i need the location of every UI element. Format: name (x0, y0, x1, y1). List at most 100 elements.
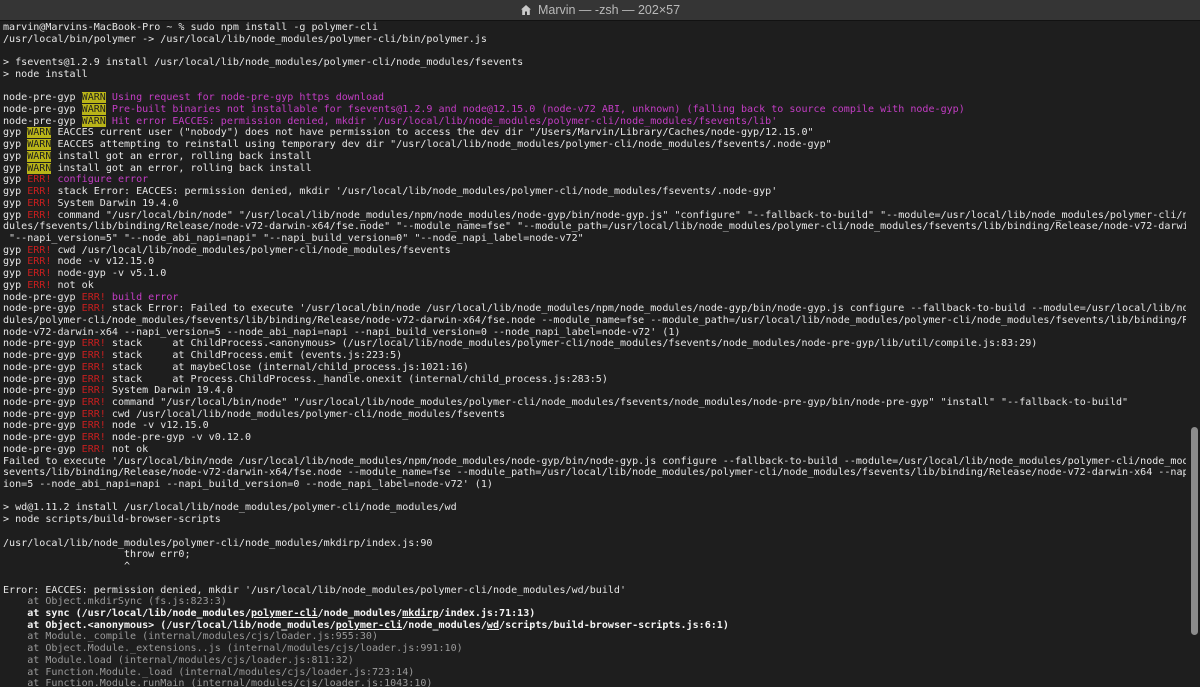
terminal-line: gyp ERR! configure error (3, 174, 1186, 186)
terminal-line: gyp ERR! stack Error: EACCES: permission… (3, 186, 1186, 198)
terminal-text: gyp (3, 139, 28, 151)
warn-badge: WARN (81, 115, 106, 127)
warn-badge: WARN (27, 150, 52, 162)
terminal-line: node-pre-gyp ERR! stack at Process.Child… (3, 374, 1186, 386)
terminal-line: node-pre-gyp ERR! build error (3, 292, 1186, 304)
terminal-line: gyp ERR! not ok (3, 280, 1186, 292)
terminal-line: node-pre-gyp ERR! not ok (3, 444, 1186, 456)
terminal-line: /usr/local/lib/node_modules/polymer-cli/… (3, 538, 1186, 550)
terminal-line: gyp ERR! command "/usr/local/bin/node" "… (3, 210, 1186, 222)
terminal-text: stack Error: EACCES: permission denied, … (51, 186, 778, 198)
terminal-text: EACCES attempting to reinstall using tem… (51, 139, 832, 151)
terminal-text: dules/polymer-cli/node_modules/fsevents/… (3, 314, 1186, 326)
terminal-line: "--napi_version=5" "--node_abi_napi=napi… (3, 233, 1186, 245)
terminal-line: at Function.Module._load (internal/modul… (3, 667, 1186, 679)
terminal-text: gyp (3, 186, 28, 198)
terminal-text: configure error (51, 174, 149, 186)
terminal-text: build error (105, 291, 179, 303)
terminal-text: node-pre-gyp (3, 303, 82, 315)
err-badge: ERR! (81, 350, 106, 362)
terminal-text: stack Error: Failed to execute '/usr/loc… (105, 303, 1186, 315)
terminal-text: polymer-cli (335, 619, 403, 631)
terminal-text: marvin@Marvins-MacBook-Pro ~ % sudo npm … (3, 22, 379, 33)
terminal-text: ^ (3, 561, 131, 573)
terminal-text: node-pre-gyp (3, 104, 82, 116)
terminal-line: gyp ERR! node-gyp -v v5.1.0 (3, 268, 1186, 280)
err-badge: ERR! (81, 420, 106, 432)
terminal-text: node-pre-gyp -v v0.12.0 (105, 432, 252, 444)
err-badge: ERR! (81, 361, 106, 373)
err-badge: ERR! (27, 244, 52, 256)
title-bar[interactable]: Marvin — -zsh — 202×57 (0, 0, 1200, 21)
terminal-line: node-pre-gyp ERR! node -v v12.15.0 (3, 420, 1186, 432)
terminal-line: gyp WARN install got an error, rolling b… (3, 150, 1186, 163)
terminal-text: install got an error, rolling back insta… (51, 150, 312, 162)
terminal-line: at Module._compile (internal/modules/cjs… (3, 631, 1186, 643)
terminal-line: gyp WARN install got an error, rolling b… (3, 162, 1186, 175)
terminal-line: gyp WARN EACCES attempting to reinstall … (3, 139, 1186, 151)
terminal-text: gyp (3, 197, 28, 209)
terminal-text: node-pre-gyp (3, 291, 82, 303)
terminal-text: "--napi_version=5" "--node_abi_napi=napi… (3, 232, 584, 244)
err-badge: ERR! (27, 279, 52, 291)
terminal-text: Pre-built binaries not installable for f… (105, 104, 965, 116)
terminal-text: node-pre-gyp (3, 420, 82, 432)
terminal-text: gyp (3, 174, 28, 186)
terminal-text: node-gyp -v v5.1.0 (51, 268, 167, 280)
terminal-text: EACCES current user ("nobody") does not … (51, 127, 814, 139)
terminal-text: node-pre-gyp (3, 92, 82, 104)
terminal-text: at Object.Module._extensions..js (intern… (3, 643, 463, 655)
terminal-text: stack at ChildProcess.<anonymous> (/usr/… (105, 338, 1038, 350)
terminal-text: node-pre-gyp (3, 385, 82, 397)
terminal-text: /node_modules/ (402, 619, 487, 631)
terminal-text: /index.js:71:13) (438, 607, 536, 619)
terminal-line: gyp ERR! node -v v12.15.0 (3, 256, 1186, 268)
terminal-text: gyp (3, 127, 28, 139)
terminal-line: node-pre-gyp WARN Pre-built binaries not… (3, 104, 1186, 116)
terminal-line: Error: EACCES: permission denied, mkdir … (3, 585, 1186, 597)
terminal-text: gyp (3, 209, 28, 221)
scrollbar[interactable] (1188, 22, 1200, 687)
terminal-line: > node scripts/build-browser-scripts (3, 514, 1186, 526)
terminal-text: node-pre-gyp (3, 443, 82, 455)
terminal-line: gyp ERR! cwd /usr/local/lib/node_modules… (3, 245, 1186, 257)
err-badge: ERR! (27, 256, 52, 268)
terminal-line: Failed to execute '/usr/local/bin/node /… (3, 456, 1186, 468)
terminal-line: at Object.Module._extensions..js (intern… (3, 643, 1186, 655)
terminal-line: at sync (/usr/local/lib/node_modules/pol… (3, 608, 1186, 620)
terminal-text: ion=5 --node_abi_napi=napi --napi_build_… (3, 479, 493, 491)
terminal-line: ^ (3, 561, 1186, 573)
warn-badge: WARN (27, 162, 52, 174)
err-badge: ERR! (81, 443, 106, 455)
err-badge: ERR! (81, 373, 106, 385)
terminal-line: node-pre-gyp ERR! stack Error: Failed to… (3, 303, 1186, 315)
terminal-text: wd (486, 619, 500, 631)
terminal-line: > node install (3, 69, 1186, 81)
terminal-output[interactable]: marvin@Marvins-MacBook-Pro ~ % sudo npm … (3, 22, 1186, 687)
err-badge: ERR! (81, 397, 106, 408)
terminal-text: polymer-cli (251, 607, 318, 619)
err-badge: ERR! (81, 338, 106, 350)
terminal-text: node-pre-gyp (3, 373, 82, 385)
terminal-text: install got an error, rolling back insta… (51, 162, 312, 174)
terminal-window: Marvin — -zsh — 202×57 marvin@Marvins-Ma… (0, 0, 1200, 687)
scrollbar-thumb[interactable] (1191, 427, 1198, 635)
terminal-text: Error: EACCES: permission denied, mkdir … (3, 584, 627, 596)
err-badge: ERR! (81, 291, 106, 303)
err-badge: ERR! (27, 174, 52, 186)
terminal-line: node-pre-gyp ERR! command "/usr/local/bi… (3, 397, 1186, 409)
terminal-line: > fsevents@1.2.9 install /usr/local/lib/… (3, 57, 1186, 69)
terminal-line: dules/fsevents/lib/binding/Release/node-… (3, 221, 1186, 233)
terminal-text: > node scripts/build-browser-scripts (3, 514, 221, 526)
terminal-text: System Darwin 19.4.0 (51, 197, 179, 209)
terminal-text: gyp (3, 244, 28, 256)
terminal-text: /node_modules/ (317, 607, 403, 619)
terminal-line: gyp WARN EACCES current user ("nobody") … (3, 127, 1186, 139)
terminal-text: > wd@1.11.2 install /usr/local/lib/node_… (3, 502, 457, 514)
terminal-text: command "/usr/local/bin/node" "/usr/loca… (105, 397, 1129, 408)
home-folder-icon (520, 5, 531, 15)
terminal-text: cwd /usr/local/lib/node_modules/polymer-… (51, 244, 451, 256)
terminal-text: throw err0; (3, 549, 191, 561)
terminal-line: marvin@Marvins-MacBook-Pro ~ % sudo npm … (3, 22, 1186, 34)
